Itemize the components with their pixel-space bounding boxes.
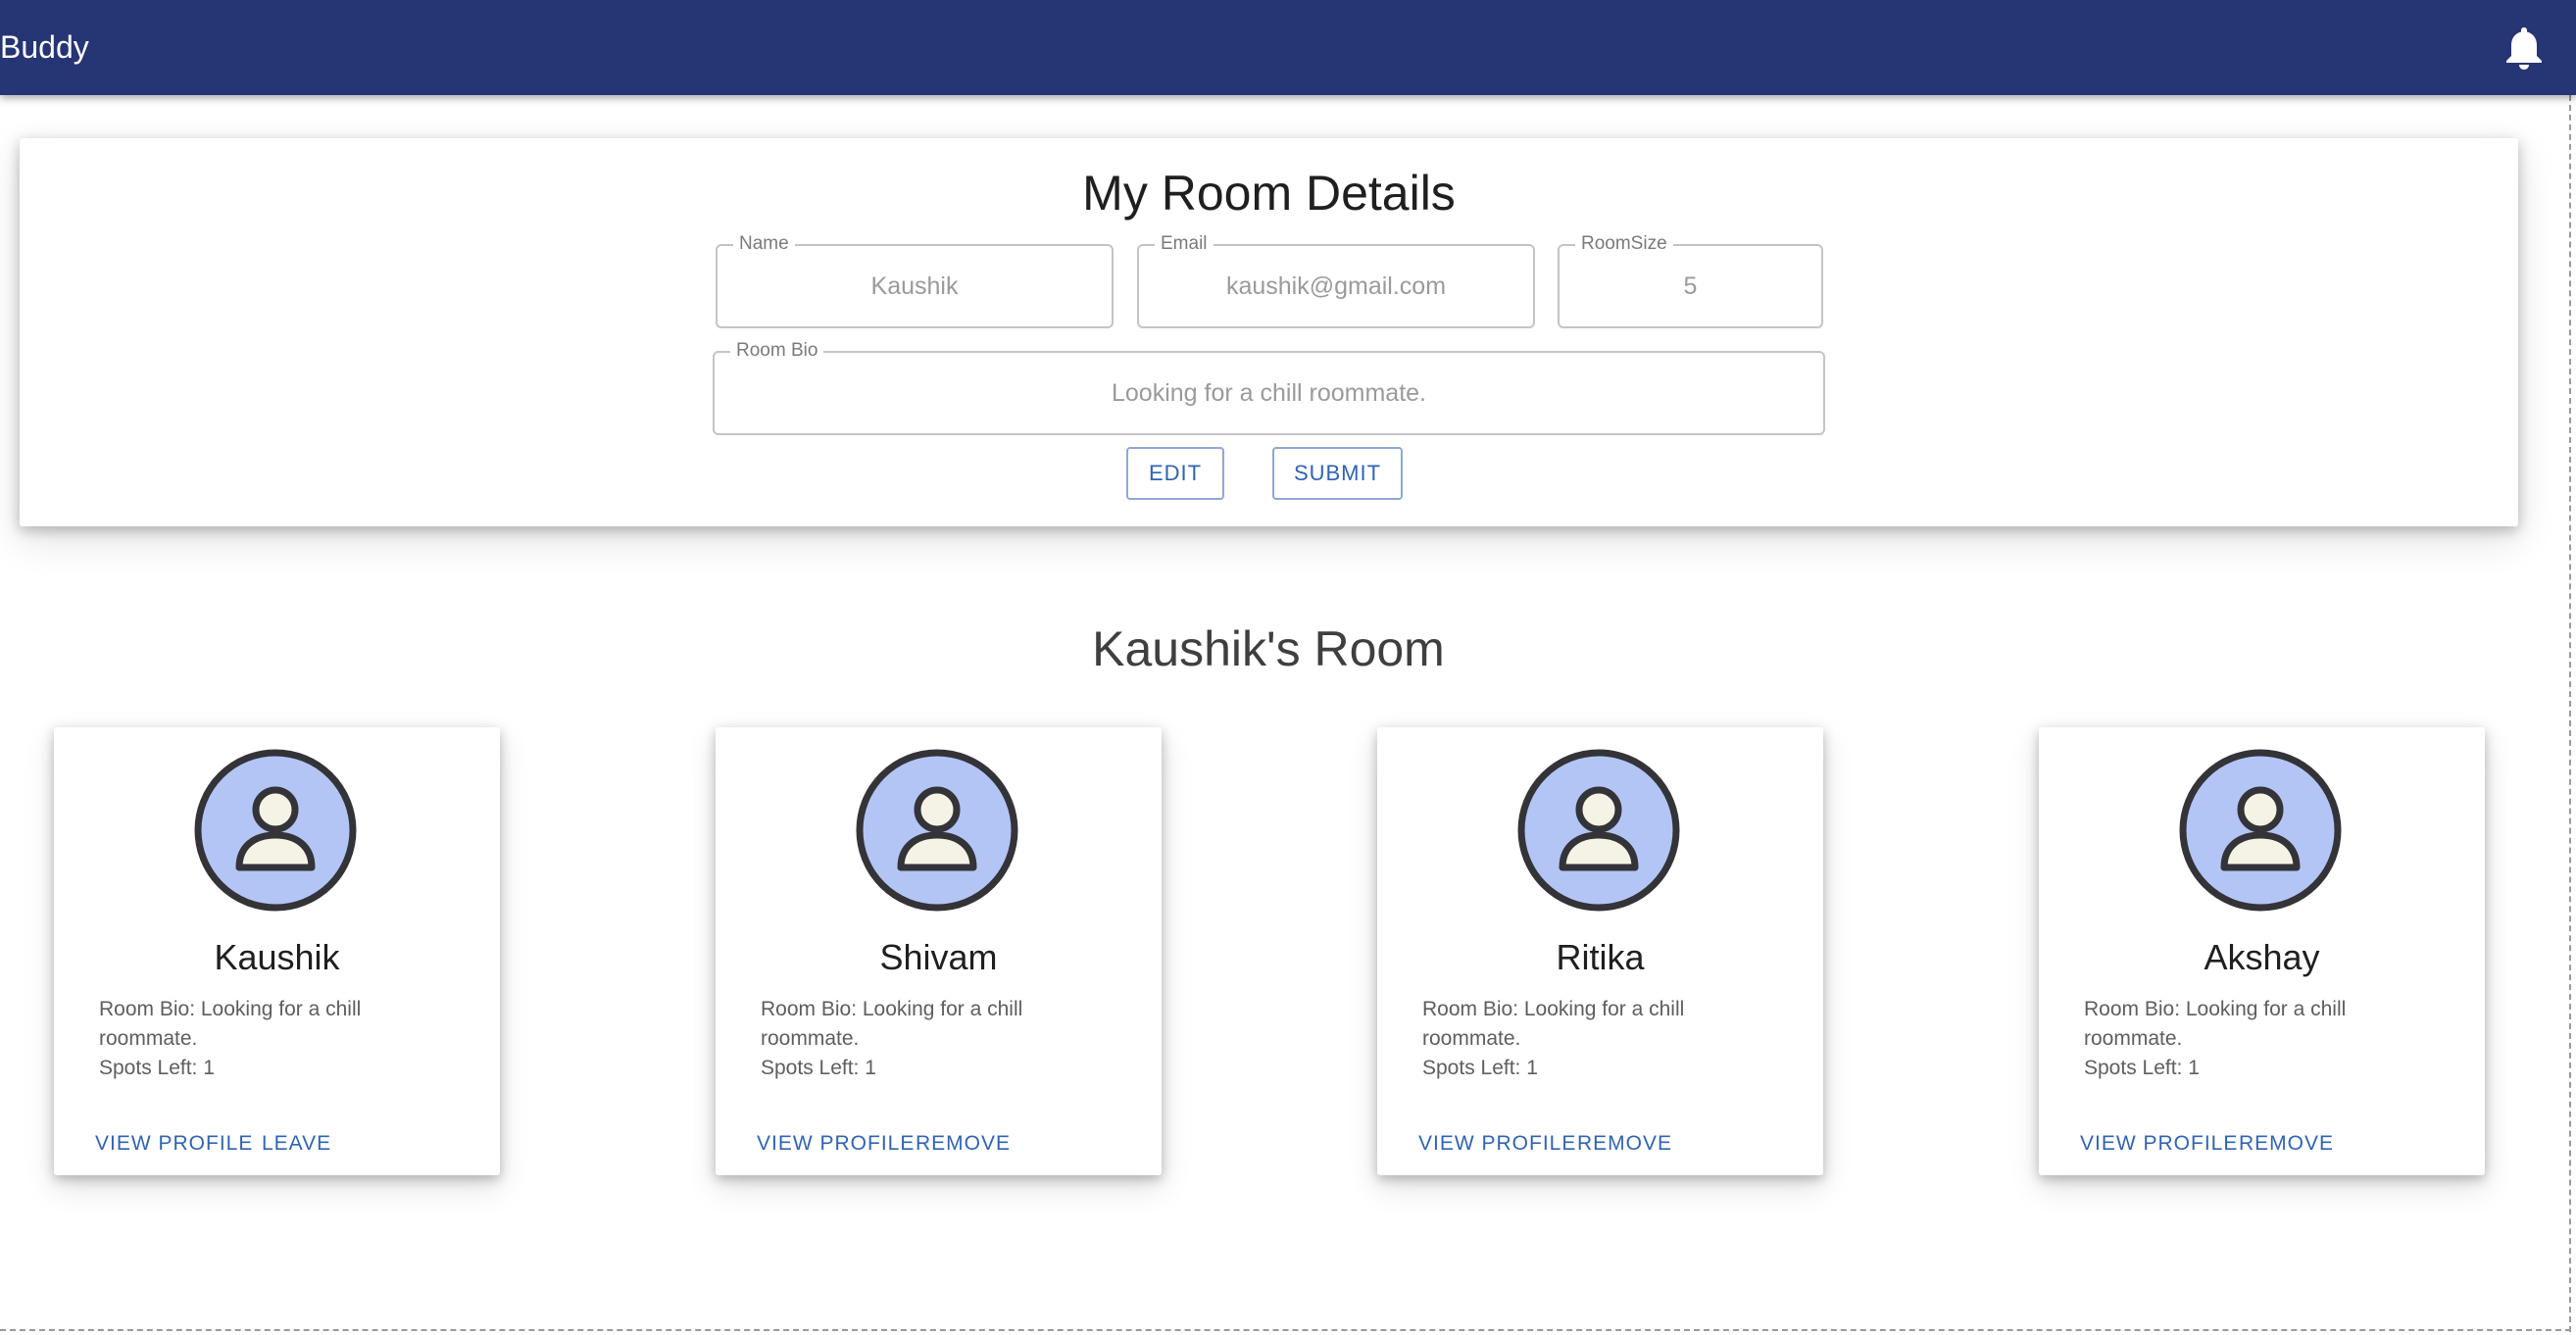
user-avatar-icon: [2179, 749, 2342, 912]
member-bio: Room Bio: Looking for a chill roommate.: [761, 998, 1023, 1050]
view-profile-button[interactable]: VIEW PROFILE: [1418, 1129, 1576, 1159]
name-field-label: Name: [733, 233, 795, 255]
room-size-input[interactable]: 5: [1560, 270, 1821, 303]
member-bio: Room Bio: Looking for a chill roommate.: [2084, 998, 2347, 1050]
room-bio-field[interactable]: Room Bio Looking for a chill roommate.: [713, 340, 1825, 435]
leave-button[interactable]: LEAVE: [262, 1129, 331, 1159]
room-details-card: My Room Details Name Kaushik Email kaush…: [20, 138, 2518, 526]
member-bio: Room Bio: Looking for a chill roommate.: [1422, 998, 1685, 1050]
member-name: Akshay: [2204, 937, 2320, 977]
room-title: Kaushik's Room: [1092, 621, 1445, 676]
member-spots-left: Spots Left: 1: [2084, 1057, 2200, 1079]
room-size-field[interactable]: RoomSize 5: [1558, 233, 1823, 328]
edit-button[interactable]: EDIT: [1126, 447, 1224, 500]
email-field-label: Email: [1155, 233, 1214, 255]
app-bar: Buddy: [0, 0, 2576, 95]
name-input[interactable]: Kaushik: [718, 270, 1112, 303]
room-bio-input[interactable]: Looking for a chill roommate.: [715, 376, 1823, 410]
member-name: Shivam: [879, 937, 998, 977]
member-name: Kaushik: [214, 937, 340, 977]
page-frame-edge: [2569, 95, 2571, 1332]
member-card: Akshay Room Bio: Looking for a chill roo…: [2039, 727, 2485, 1175]
app-brand[interactable]: Buddy: [0, 27, 89, 67]
member-card: Shivam Room Bio: Looking for a chill roo…: [716, 727, 1162, 1175]
submit-button[interactable]: SUBMIT: [1272, 447, 1403, 500]
user-avatar-icon: [856, 749, 1018, 912]
remove-button[interactable]: REMOVE: [916, 1129, 1011, 1159]
view-profile-button[interactable]: VIEW PROFILE: [95, 1129, 253, 1159]
member-bio: Room Bio: Looking for a chill roommate.: [99, 998, 362, 1050]
bell-icon[interactable]: [2502, 24, 2547, 73]
member-card: Ritika Room Bio: Looking for a chill roo…: [1377, 727, 1823, 1175]
room-bio-field-label: Room Bio: [730, 340, 824, 362]
room-details-title: My Room Details: [1082, 166, 1456, 221]
member-spots-left: Spots Left: 1: [1422, 1057, 1538, 1079]
member-name: Ritika: [1556, 937, 1645, 977]
member-card: Kaushik Room Bio: Looking for a chill ro…: [54, 727, 500, 1175]
user-avatar-icon: [1517, 749, 1680, 912]
room-size-field-label: RoomSize: [1575, 233, 1673, 255]
member-spots-left: Spots Left: 1: [99, 1057, 215, 1079]
email-input[interactable]: kaushik@gmail.com: [1139, 270, 1533, 303]
member-spots-left: Spots Left: 1: [761, 1057, 876, 1079]
name-field[interactable]: Name Kaushik: [716, 233, 1114, 328]
remove-button[interactable]: REMOVE: [2239, 1129, 2334, 1159]
email-field[interactable]: Email kaushik@gmail.com: [1137, 233, 1535, 328]
view-profile-button[interactable]: VIEW PROFILE: [2080, 1129, 2238, 1159]
remove-button[interactable]: REMOVE: [1577, 1129, 1672, 1159]
page-frame-edge: [0, 1329, 2571, 1331]
view-profile-button[interactable]: VIEW PROFILE: [757, 1129, 915, 1159]
user-avatar-icon: [194, 749, 357, 912]
